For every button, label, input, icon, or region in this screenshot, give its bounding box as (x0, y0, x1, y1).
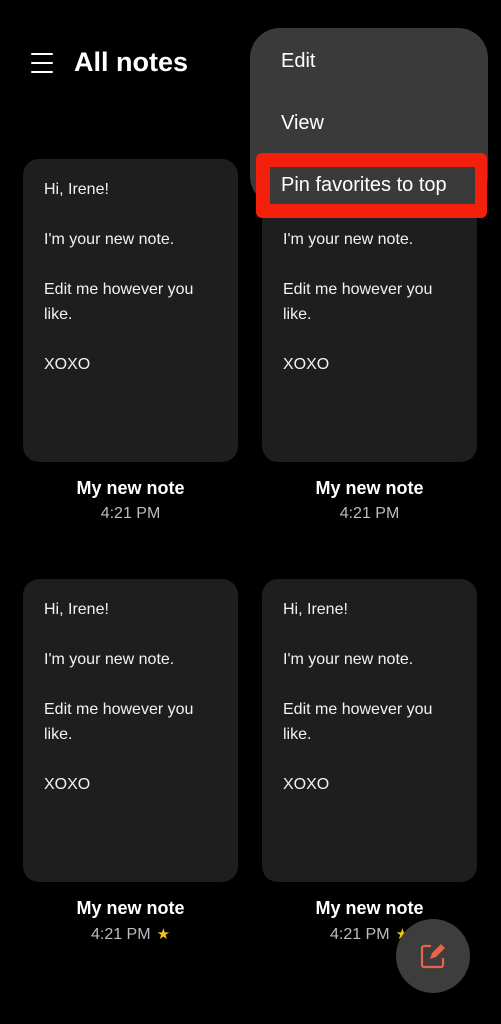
note-title: My new note (315, 478, 424, 498)
note-card[interactable]: Hi, Irene! I'm your new note. Edit me howe… (262, 579, 477, 882)
note-line: XOXO (44, 776, 91, 793)
note-line: Edit me however you like. (283, 701, 433, 743)
note-time: 4:21 PM ★ (23, 925, 238, 944)
note-line: XOXO (44, 356, 91, 373)
hamburger-menu-button[interactable] (31, 53, 53, 73)
favorite-star-icon: ★ (156, 926, 171, 943)
note-time-text: 4:21 PM (339, 505, 400, 522)
note-card[interactable]: Hi, Irene! I'm your new note. Edit me howe… (23, 159, 238, 462)
note-line: I'm your new note. (44, 231, 175, 248)
note-line: I'm your new note. (44, 651, 175, 668)
note-line: XOXO (283, 356, 330, 373)
note-title: My new note (76, 898, 185, 918)
note-line: Hi, Irene! (44, 601, 109, 618)
note-time-text: 4:21 PM (90, 926, 151, 943)
note-card[interactable]: Hi, Irene! I'm your new note. Edit me howe… (23, 579, 238, 882)
page-title: All notes (74, 47, 189, 77)
note-title: My new note (76, 478, 185, 498)
note-line: Hi, Irene! (283, 601, 348, 618)
note-line: I'm your new note. (283, 651, 414, 668)
note-line: I'm your new note. (283, 231, 414, 248)
note-title: My new note (315, 898, 424, 918)
note-time: 4:21 PM (23, 505, 238, 523)
note-line: Edit me however you like. (283, 281, 433, 323)
menu-item-view[interactable]: View (281, 112, 324, 135)
note-line: Edit me however you like. (44, 281, 194, 323)
note-line: Edit me however you like. (44, 701, 194, 743)
compose-note-button[interactable] (396, 919, 470, 993)
menu-item-pin-favorites[interactable]: Pin favorites to top (281, 174, 447, 197)
note-time-text: 4:21 PM (100, 505, 161, 522)
note-time: 4:21 PM (262, 505, 477, 523)
note-line: Hi, Irene! (44, 181, 109, 198)
compose-note-icon (420, 944, 445, 969)
menu-item-edit[interactable]: Edit (281, 50, 315, 73)
note-time-text: 4:21 PM (329, 926, 390, 943)
note-line: XOXO (283, 776, 330, 793)
